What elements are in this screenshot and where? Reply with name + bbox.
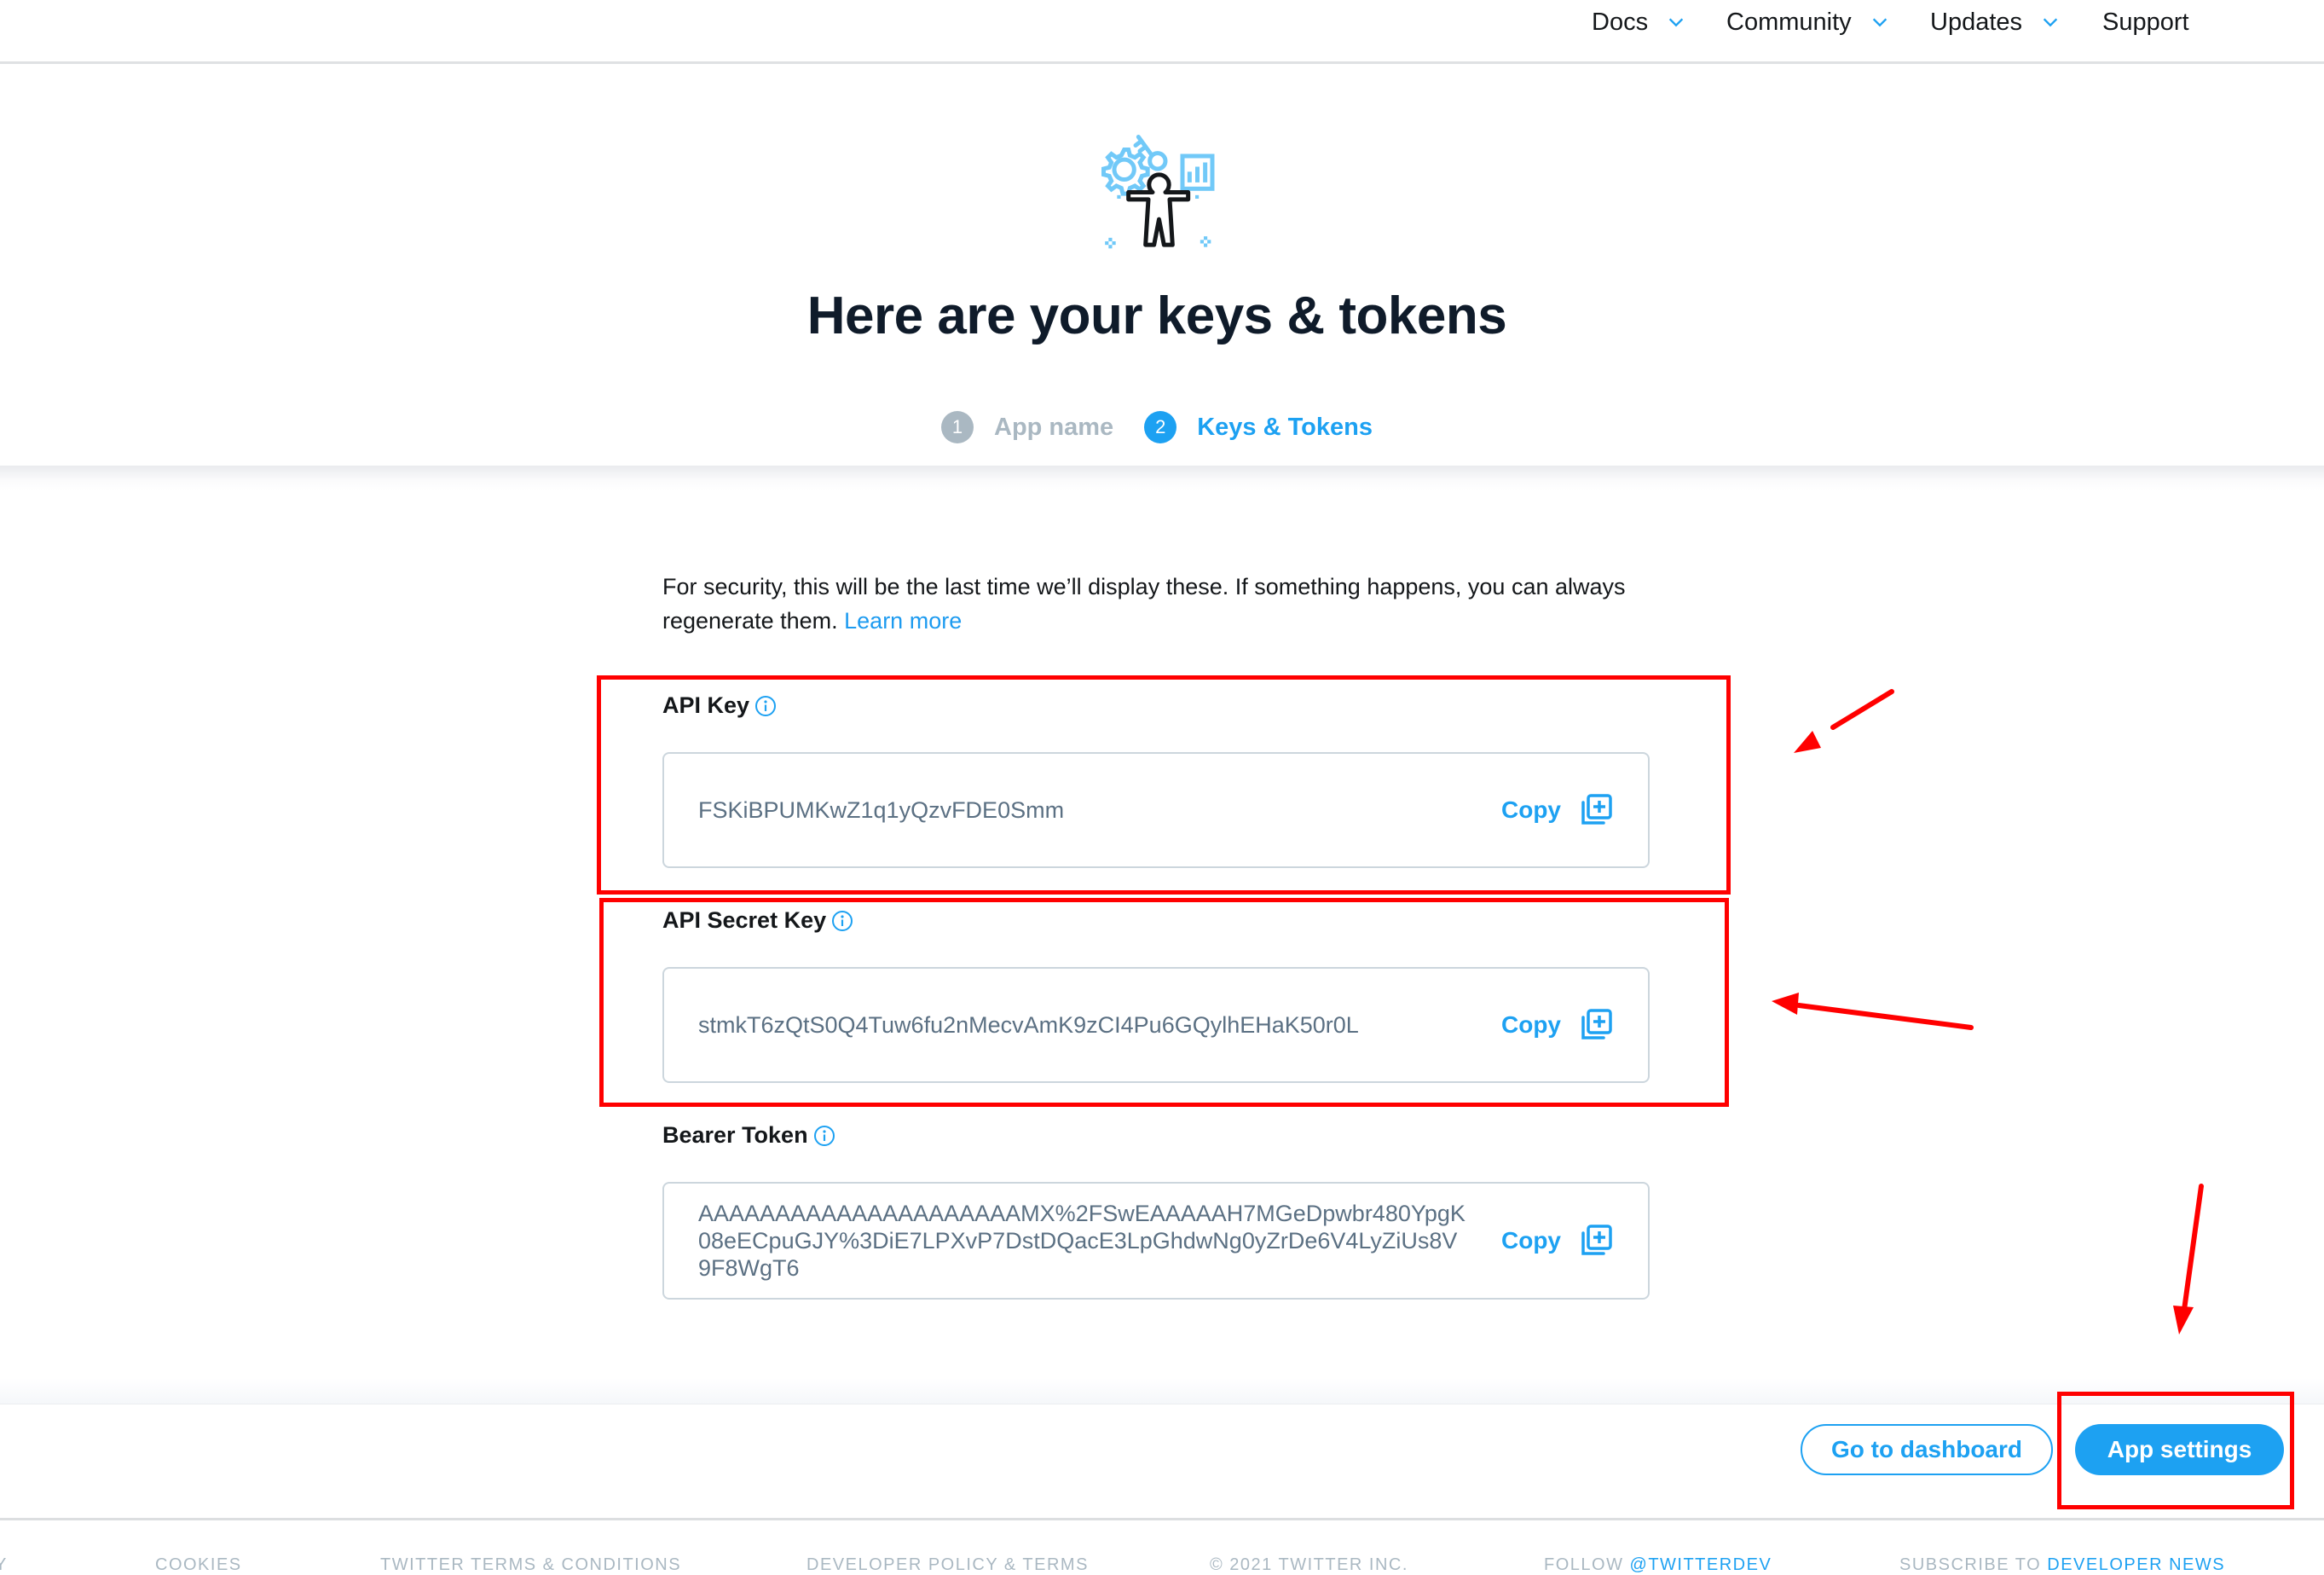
footer-link-cookies[interactable]: COOKIES xyxy=(155,1555,242,1575)
security-notice: For security, this will be the last time… xyxy=(662,570,1668,638)
nav-community-label: Community xyxy=(1726,8,1852,36)
arrow-to-app-settings xyxy=(2173,1184,2204,1335)
copy-label: Copy xyxy=(1501,1011,1561,1038)
step-label: Keys & Tokens xyxy=(1197,413,1373,441)
copy-label: Copy xyxy=(1501,1227,1561,1254)
app-settings-button[interactable]: App settings xyxy=(2075,1424,2284,1475)
footer-follow-prefix: FOLLOW xyxy=(1544,1555,1630,1574)
step-number-badge: 2 xyxy=(1144,411,1177,443)
copy-bearer-token-button[interactable]: Copy xyxy=(1501,1184,1614,1298)
footer-subscribe-link[interactable]: DEVELOPER NEWS xyxy=(2047,1555,2225,1574)
copy-api-secret-key-button[interactable]: Copy xyxy=(1501,969,1614,1081)
arrow-to-api-key xyxy=(1794,689,1894,753)
bearer-token-label: Bearer Token xyxy=(662,1122,835,1149)
bearer-token-field: AAAAAAAAAAAAAAAAAAAAAMX%2FSwEAAAAAH7MGeD… xyxy=(662,1182,1650,1300)
api-key-label: API Key xyxy=(662,692,777,719)
info-icon[interactable] xyxy=(813,1125,835,1147)
api-key-field: FSKiBPUMKwZ1q1yQzvFDE0Smm Copy xyxy=(662,752,1650,868)
learn-more-link[interactable]: Learn more xyxy=(844,608,962,634)
action-bar-divider xyxy=(0,1378,2324,1404)
footer-link-developer-policy[interactable]: DEVELOPER POLICY & TERMS xyxy=(806,1555,1089,1575)
gear-icon xyxy=(1101,148,1150,196)
copy-api-key-button[interactable]: Copy xyxy=(1501,754,1614,866)
chevron-down-icon xyxy=(2041,13,2060,32)
nav-docs[interactable]: Docs xyxy=(1592,5,1685,39)
footer-copyright: © 2021 TWITTER INC. xyxy=(1210,1555,1408,1574)
nav-docs-label: Docs xyxy=(1592,8,1649,36)
api-secret-key-label-text: API Secret Key xyxy=(662,907,827,933)
nav-community[interactable]: Community xyxy=(1726,5,1889,39)
footer-divider xyxy=(0,1518,2324,1520)
api-secret-key-value[interactable]: stmkT6zQtS0Q4Tuw6fu2nMecvAmK9zCI4Pu6GQyl… xyxy=(698,969,1466,1081)
footer-subscribe-prefix: SUBSCRIBE TO xyxy=(1899,1555,2048,1574)
hero-divider-shadow xyxy=(0,466,2324,491)
footer-follow-handle[interactable]: @TWITTERDEV xyxy=(1630,1555,1772,1574)
api-key-label-text: API Key xyxy=(662,692,750,718)
info-icon[interactable] xyxy=(754,695,777,717)
nav-updates-label: Updates xyxy=(1930,8,2023,36)
footer-link-privacy[interactable]: Y xyxy=(0,1555,8,1575)
footer-link-twitter-terms[interactable]: TWITTER TERMS & CONDITIONS xyxy=(380,1555,681,1575)
info-icon[interactable] xyxy=(831,910,853,932)
arrow-to-api-secret-key xyxy=(1772,993,1974,1030)
go-to-dashboard-button[interactable]: Go to dashboard xyxy=(1801,1424,2053,1475)
nav-updates[interactable]: Updates xyxy=(1930,5,2060,39)
copy-icon xyxy=(1578,1223,1614,1259)
step-app-name[interactable]: 1 App name xyxy=(941,411,1113,443)
top-nav-bar: Docs Community Updates Support xyxy=(0,0,2324,64)
step-keys-tokens[interactable]: 2 Keys & Tokens xyxy=(1142,411,1374,470)
chevron-down-icon xyxy=(1870,13,1889,32)
nav-support-label: Support xyxy=(2102,8,2189,36)
api-secret-key-label: API Secret Key xyxy=(662,907,853,934)
copy-icon xyxy=(1578,792,1614,828)
bearer-token-value[interactable]: AAAAAAAAAAAAAAAAAAAAAMX%2FSwEAAAAAH7MGeD… xyxy=(698,1184,1470,1298)
copy-icon xyxy=(1578,1007,1614,1043)
copy-label: Copy xyxy=(1501,796,1561,823)
security-notice-text: For security, this will be the last time… xyxy=(662,574,1626,634)
bearer-token-label-text: Bearer Token xyxy=(662,1122,808,1148)
api-secret-key-field: stmkT6zQtS0Q4Tuw6fu2nMecvAmK9zCI4Pu6GQyl… xyxy=(662,967,1650,1083)
developer-keys-illustration xyxy=(1076,113,1246,258)
step-label: App name xyxy=(994,413,1114,441)
nav-support[interactable]: Support xyxy=(2102,5,2189,39)
step-number-badge: 1 xyxy=(941,411,974,443)
bar-chart-icon xyxy=(1180,153,1215,191)
page-title: Here are your keys & tokens xyxy=(806,287,1507,345)
footer-follow[interactable]: FOLLOW @TWITTERDEV xyxy=(1544,1555,1772,1575)
stepper: 1 App name 2 Keys & Tokens xyxy=(941,406,1374,470)
chevron-down-icon xyxy=(1667,13,1685,32)
footer-subscribe[interactable]: SUBSCRIBE TO DEVELOPER NEWS xyxy=(1899,1555,2225,1575)
api-key-value[interactable]: FSKiBPUMKwZ1q1yQzvFDE0Smm xyxy=(698,754,1466,866)
